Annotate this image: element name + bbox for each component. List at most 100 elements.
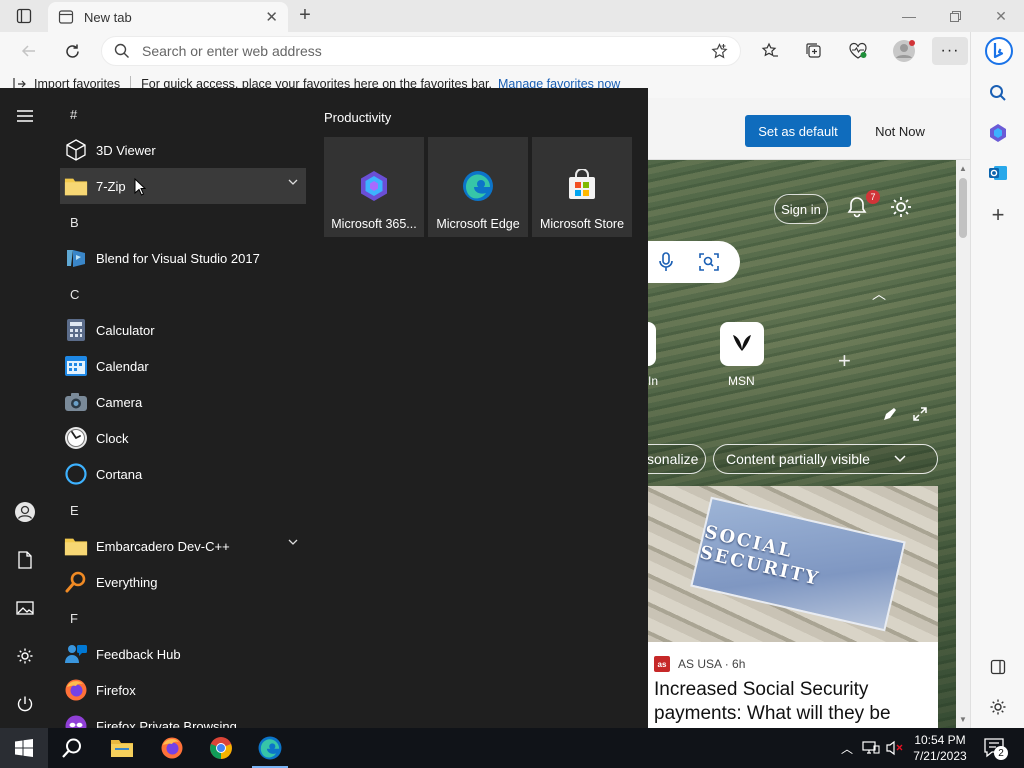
app-calendar[interactable]: Calendar <box>60 348 306 384</box>
news-card[interactable]: SOCIAL SECURITY as AS USA · 6h Increased… <box>640 486 938 728</box>
scroll-up-icon[interactable]: ▲ <box>957 164 969 173</box>
back-button[interactable] <box>14 37 44 65</box>
refresh-button[interactable] <box>57 37 87 65</box>
browser-essentials-button[interactable] <box>843 37 873 65</box>
add-favorite-star-icon[interactable] <box>711 42 728 60</box>
microsoft-edge-icon <box>463 171 493 201</box>
user-account-button[interactable] <box>11 498 39 526</box>
taskbar-file-explorer[interactable] <box>98 728 146 768</box>
social-security-card-image: SOCIAL SECURITY <box>690 496 906 632</box>
app-label: Firefox <box>96 682 136 698</box>
app-blend[interactable]: Blend for Visual Studio 2017 <box>60 240 306 276</box>
chevron-down-icon <box>894 455 906 463</box>
add-quick-link-button[interactable]: + <box>838 348 851 374</box>
magnifier-icon <box>64 570 88 594</box>
letter-header[interactable]: # <box>60 96 306 132</box>
app-cortana[interactable]: Cortana <box>60 456 306 492</box>
chevron-down-icon[interactable] <box>288 179 298 186</box>
tab-actions-button[interactable] <box>6 5 42 27</box>
letter-header[interactable]: E <box>60 492 306 528</box>
app-3d-viewer[interactable]: 3D Viewer <box>60 132 306 168</box>
visual-search-icon[interactable] <box>698 251 720 273</box>
taskbar-clock[interactable]: 10:54 PM 7/21/2023 <box>904 732 976 764</box>
chevron-down-icon[interactable] <box>288 539 298 546</box>
app-label: Clock <box>96 430 129 446</box>
expand-menu-button[interactable] <box>11 102 39 130</box>
address-input[interactable] <box>142 43 711 59</box>
quick-link-msn[interactable] <box>720 322 764 366</box>
minimize-button[interactable]: — <box>886 0 932 32</box>
start-button[interactable] <box>0 728 48 768</box>
sidebar-add-button[interactable]: + <box>983 200 1013 230</box>
app-everything[interactable]: Everything <box>60 564 306 600</box>
app-7-zip[interactable]: 7-Zip <box>60 168 306 204</box>
hide-sidebar-button[interactable] <box>983 652 1013 682</box>
taskbar-edge[interactable] <box>246 728 294 768</box>
tab-title: New tab <box>84 9 132 25</box>
volume-muted-icon[interactable] <box>886 740 904 756</box>
feedback-hub-icon <box>64 642 88 666</box>
tile-microsoft-store[interactable]: Microsoft Store <box>532 137 632 237</box>
app-list[interactable]: # 3D Viewer 7-Zip B Blend for Visual Stu… <box>60 96 306 728</box>
letter-header[interactable]: C <box>60 276 306 312</box>
sidebar-outlook-button[interactable] <box>983 158 1013 188</box>
edit-background-icon[interactable] <box>882 406 898 422</box>
restore-button[interactable] <box>932 0 978 32</box>
set-as-default-button[interactable]: Set as default <box>745 115 851 147</box>
tile-microsoft-365[interactable]: Microsoft 365... <box>324 137 424 237</box>
address-bar[interactable] <box>101 36 741 66</box>
app-firefox-private-browsing[interactable]: Firefox Private Browsing <box>60 708 306 728</box>
page-settings-gear-icon[interactable] <box>888 194 914 220</box>
sidebar-settings-button[interactable] <box>983 692 1013 722</box>
taskbar-chrome[interactable] <box>197 728 245 768</box>
news-headline[interactable]: Increased Social Security payments: What… <box>654 678 934 726</box>
power-button[interactable] <box>11 690 39 718</box>
collapse-chevron-up-icon[interactable]: ︿ <box>872 284 886 304</box>
sidebar-copilot-button[interactable] <box>983 118 1013 148</box>
close-window-button[interactable]: ✕ <box>978 0 1024 32</box>
settings-and-more-button[interactable]: ··· <box>932 37 968 65</box>
copilot-icon <box>990 124 1006 142</box>
network-icon[interactable] <box>862 740 880 756</box>
close-tab-icon[interactable]: ✕ <box>265 8 278 26</box>
power-icon <box>17 696 33 712</box>
app-label: Everything <box>96 574 158 590</box>
bing-chat-button[interactable] <box>983 34 1015 68</box>
app-embarcadero-dev-cpp[interactable]: Embarcadero Dev-C++ <box>60 528 306 564</box>
system-tray: ︿ <box>838 728 904 768</box>
letter-header[interactable]: B <box>60 204 306 240</box>
notification-count-badge: 2 <box>994 746 1008 760</box>
expand-icon[interactable] <box>912 406 928 422</box>
not-now-button[interactable]: Not Now <box>860 115 940 147</box>
favorites-button[interactable] <box>755 37 785 65</box>
scroll-thumb[interactable] <box>959 178 967 238</box>
app-firefox[interactable]: Firefox <box>60 672 306 708</box>
microphone-icon[interactable] <box>656 251 676 273</box>
start-menu: # 3D Viewer 7-Zip B Blend for Visual Stu… <box>0 88 648 728</box>
ellipsis-icon: ··· <box>940 42 960 59</box>
app-feedback-hub[interactable]: Feedback Hub <box>60 636 306 672</box>
taskbar-firefox[interactable] <box>148 728 196 768</box>
app-camera[interactable]: Camera <box>60 384 306 420</box>
profile-button[interactable] <box>889 37 919 65</box>
action-center-button[interactable]: 2 <box>980 736 1010 760</box>
tile-microsoft-edge[interactable]: Microsoft Edge <box>428 137 528 237</box>
documents-button[interactable] <box>11 546 39 574</box>
sidebar-search-button[interactable] <box>983 78 1013 108</box>
start-rail <box>0 88 50 728</box>
app-clock[interactable]: Clock <box>60 420 306 456</box>
app-calculator[interactable]: Calculator <box>60 312 306 348</box>
letter-header[interactable]: F <box>60 600 306 636</box>
show-hidden-icons-chevron[interactable]: ︿ <box>838 740 856 757</box>
collections-button[interactable] <box>799 37 829 65</box>
content-visibility-dropdown[interactable]: Content partially visible <box>713 444 938 474</box>
taskbar-search-button[interactable] <box>48 728 96 768</box>
settings-button[interactable] <box>11 642 39 670</box>
sign-in-button[interactable]: Sign in <box>774 194 828 224</box>
page-scrollbar[interactable]: ▲ ▼ <box>956 160 970 728</box>
scroll-down-icon[interactable]: ▼ <box>957 715 969 724</box>
pictures-button[interactable] <box>11 594 39 622</box>
new-tab-button[interactable]: + <box>292 4 318 28</box>
tab-new-tab[interactable]: New tab ✕ <box>48 2 288 32</box>
3d-cube-icon <box>64 138 88 162</box>
